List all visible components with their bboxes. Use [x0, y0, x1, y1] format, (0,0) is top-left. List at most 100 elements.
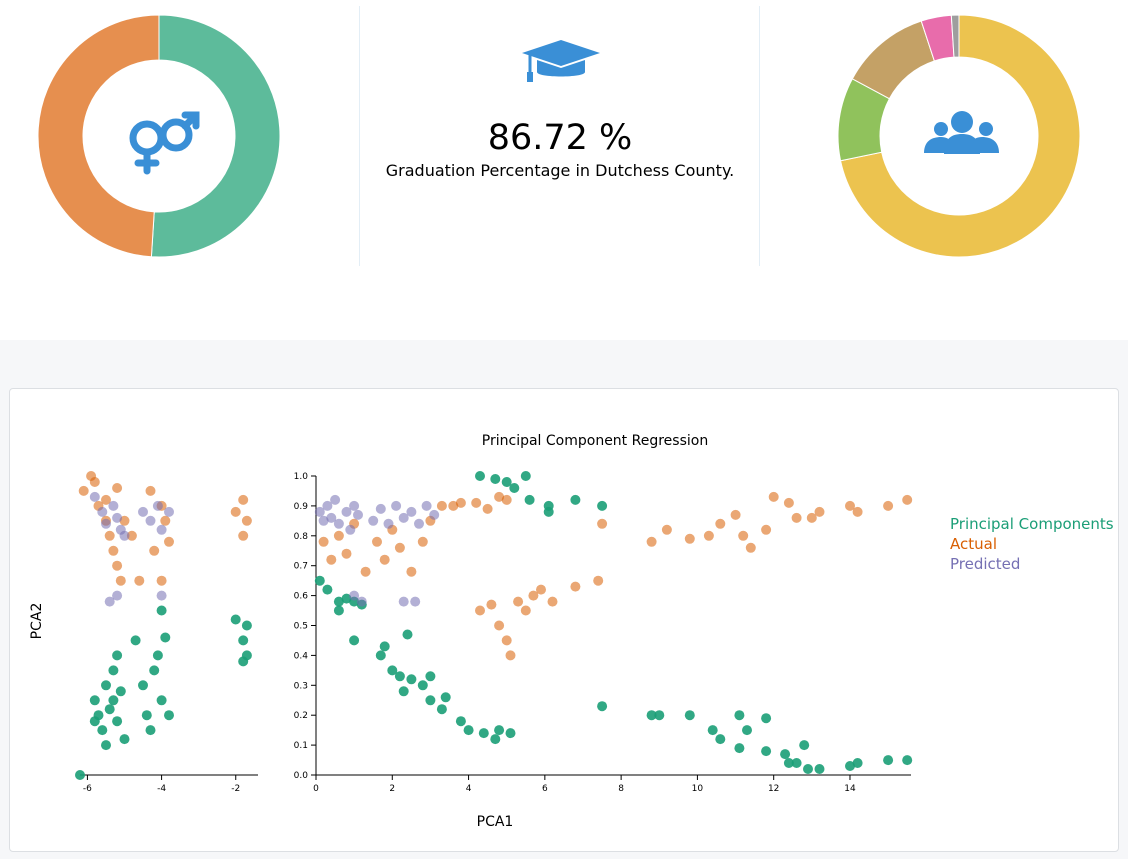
point-principal-components[interactable]: [425, 695, 436, 706]
point-actual[interactable]: [238, 494, 249, 505]
point-principal-components[interactable]: [440, 692, 451, 703]
point-actual[interactable]: [593, 575, 604, 586]
point-principal-components[interactable]: [108, 665, 119, 676]
point-principal-components[interactable]: [149, 665, 160, 676]
point-actual[interactable]: [108, 545, 119, 556]
point-principal-components[interactable]: [394, 671, 405, 682]
point-principal-components[interactable]: [734, 710, 745, 721]
point-principal-components[interactable]: [406, 674, 417, 685]
point-principal-components[interactable]: [115, 686, 126, 697]
point-principal-components[interactable]: [104, 704, 115, 715]
point-actual[interactable]: [164, 536, 174, 547]
point-actual[interactable]: [814, 506, 825, 517]
point-actual[interactable]: [455, 497, 466, 508]
point-principal-components[interactable]: [152, 650, 163, 661]
point-actual[interactable]: [520, 605, 531, 616]
point-principal-components[interactable]: [375, 650, 386, 661]
point-actual[interactable]: [902, 494, 913, 505]
point-actual[interactable]: [333, 530, 344, 541]
point-actual[interactable]: [852, 506, 863, 517]
point-principal-components[interactable]: [230, 614, 241, 625]
point-predicted[interactable]: [383, 518, 394, 529]
point-principal-components[interactable]: [156, 605, 167, 616]
point-principal-components[interactable]: [333, 605, 344, 616]
point-actual[interactable]: [883, 500, 894, 511]
point-principal-components[interactable]: [119, 734, 130, 745]
point-principal-components[interactable]: [89, 716, 100, 727]
point-predicted[interactable]: [391, 500, 402, 511]
point-principal-components[interactable]: [761, 713, 772, 724]
point-actual[interactable]: [241, 515, 252, 526]
point-predicted[interactable]: [164, 506, 174, 517]
point-predicted[interactable]: [368, 515, 379, 526]
point-predicted[interactable]: [97, 506, 108, 517]
point-actual[interactable]: [145, 485, 156, 496]
point-predicted[interactable]: [353, 509, 363, 520]
point-actual[interactable]: [104, 530, 115, 541]
point-predicted[interactable]: [406, 506, 417, 517]
point-actual[interactable]: [730, 509, 741, 520]
point-principal-components[interactable]: [742, 725, 752, 736]
point-principal-components[interactable]: [883, 755, 894, 766]
point-predicted[interactable]: [429, 509, 440, 520]
point-principal-components[interactable]: [520, 471, 531, 481]
point-actual[interactable]: [156, 575, 167, 586]
point-predicted[interactable]: [421, 500, 432, 511]
point-actual[interactable]: [684, 533, 695, 544]
point-actual[interactable]: [486, 599, 497, 610]
point-principal-components[interactable]: [490, 734, 501, 745]
point-principal-components[interactable]: [799, 740, 810, 751]
point-principal-components[interactable]: [241, 650, 252, 661]
point-actual[interactable]: [570, 581, 581, 592]
point-principal-components[interactable]: [463, 725, 474, 736]
point-actual[interactable]: [738, 530, 749, 541]
point-actual[interactable]: [745, 542, 756, 553]
point-principal-components[interactable]: [112, 650, 123, 661]
point-predicted[interactable]: [112, 512, 123, 523]
point-actual[interactable]: [661, 524, 672, 535]
point-principal-components[interactable]: [707, 725, 718, 736]
point-principal-components[interactable]: [505, 728, 516, 739]
point-actual[interactable]: [238, 530, 249, 541]
point-predicted[interactable]: [414, 518, 424, 529]
point-actual[interactable]: [501, 635, 512, 646]
point-principal-components[interactable]: [322, 584, 333, 595]
point-actual[interactable]: [513, 596, 524, 607]
point-principal-components[interactable]: [97, 725, 108, 736]
point-predicted[interactable]: [345, 524, 356, 535]
point-predicted[interactable]: [138, 506, 148, 517]
point-principal-components[interactable]: [597, 500, 608, 511]
point-actual[interactable]: [115, 575, 126, 586]
point-actual[interactable]: [494, 620, 505, 631]
point-principal-components[interactable]: [141, 710, 152, 721]
point-principal-components[interactable]: [455, 716, 466, 727]
point-principal-components[interactable]: [780, 749, 791, 760]
point-principal-components[interactable]: [814, 764, 825, 774]
point-principal-components[interactable]: [494, 725, 505, 736]
point-principal-components[interactable]: [597, 701, 608, 712]
gender-slice-0[interactable]: [150, 14, 281, 258]
point-actual[interactable]: [783, 497, 794, 508]
point-actual[interactable]: [360, 566, 371, 577]
point-actual[interactable]: [768, 491, 779, 502]
point-principal-components[interactable]: [734, 743, 745, 754]
point-principal-components[interactable]: [164, 710, 174, 721]
point-predicted[interactable]: [156, 590, 167, 601]
point-principal-components[interactable]: [75, 770, 85, 780]
point-principal-components[interactable]: [436, 704, 447, 715]
point-principal-components[interactable]: [475, 471, 485, 481]
point-principal-components[interactable]: [684, 710, 695, 721]
point-principal-components[interactable]: [654, 710, 665, 721]
point-predicted[interactable]: [330, 494, 341, 505]
point-predicted[interactable]: [119, 530, 130, 541]
point-actual[interactable]: [505, 650, 516, 661]
point-predicted[interactable]: [108, 500, 119, 511]
point-predicted[interactable]: [152, 500, 163, 511]
point-principal-components[interactable]: [478, 728, 489, 739]
point-principal-components[interactable]: [490, 474, 501, 484]
point-predicted[interactable]: [101, 518, 111, 529]
point-principal-components[interactable]: [314, 575, 325, 586]
point-predicted[interactable]: [349, 500, 360, 511]
point-actual[interactable]: [536, 584, 546, 595]
point-principal-components[interactable]: [130, 635, 141, 646]
